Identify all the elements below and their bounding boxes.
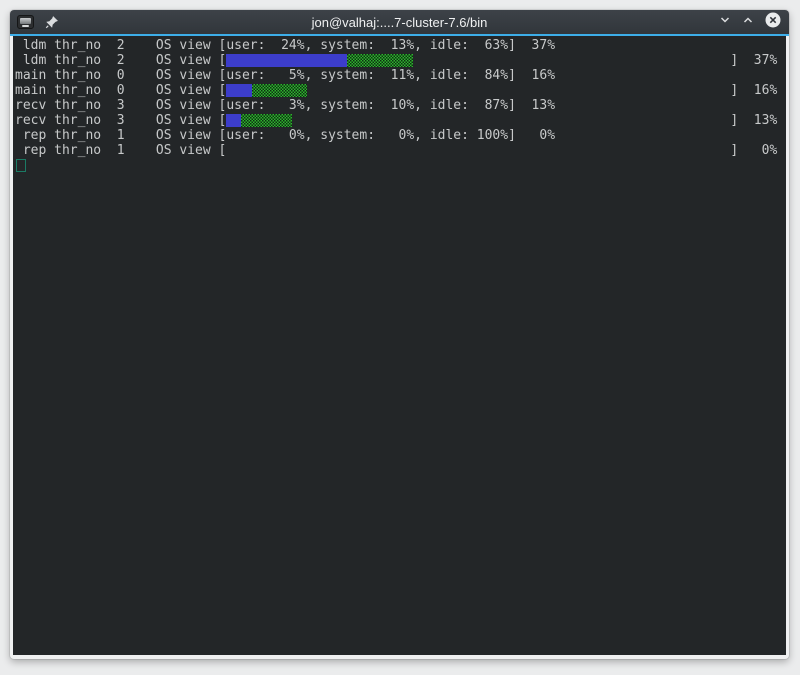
bar-row-prefix: main thr_no 0 OS view [	[15, 83, 226, 98]
bar-row-value: ] 16%	[730, 83, 777, 98]
terminal-cursor	[16, 159, 26, 172]
minimize-button[interactable]	[718, 13, 732, 32]
maximize-button[interactable]	[741, 13, 755, 32]
window-titlebar[interactable]: jon@valhaj:....7-cluster-7.6/bin	[10, 10, 789, 34]
cpu-bar-user-segment	[226, 84, 251, 97]
terminal-screen[interactable]: ldm thr_no 2 OS view [user: 24%, system:…	[13, 36, 786, 655]
cpu-bar-system-segment	[241, 114, 291, 127]
cpu-usage-bar	[226, 54, 730, 67]
terminal-output: ldm thr_no 2 OS view [user: 24%, system:…	[15, 38, 786, 158]
bar-row-value: ] 0%	[730, 143, 777, 158]
chevron-up-icon	[741, 13, 755, 32]
bar-row-value: ] 13%	[730, 113, 777, 128]
terminal-bar-row: ldm thr_no 2 OS view [ ] 37%	[15, 53, 786, 68]
titlebar-left-group	[17, 15, 59, 29]
bar-row-value: ] 37%	[730, 53, 777, 68]
terminal-bar-row: recv thr_no 3 OS view [ ] 13%	[15, 113, 786, 128]
terminal-cursor-row	[15, 158, 786, 173]
bar-row-prefix: rep thr_no 1 OS view [	[15, 143, 226, 158]
window-title: jon@valhaj:....7-cluster-7.6/bin	[10, 10, 789, 34]
terminal-text-row: main thr_no 0 OS view [user: 5%, system:…	[15, 68, 786, 83]
cpu-bar-system-segment	[347, 54, 413, 67]
cpu-usage-bar	[226, 84, 730, 97]
konsole-app-icon	[17, 15, 34, 29]
cpu-bar-system-segment	[252, 84, 307, 97]
cpu-usage-bar	[226, 144, 730, 157]
bar-row-prefix: recv thr_no 3 OS view [	[15, 113, 226, 128]
terminal-text-row: recv thr_no 3 OS view [user: 3%, system:…	[15, 98, 786, 113]
cpu-bar-user-segment	[226, 114, 241, 127]
pin-icon[interactable]	[45, 15, 59, 29]
terminal-window: jon@valhaj:....7-cluster-7.6/bin	[10, 10, 789, 659]
terminal-bar-row: rep thr_no 1 OS view [ ] 0%	[15, 143, 786, 158]
terminal-text-row: rep thr_no 1 OS view [user: 0%, system: …	[15, 128, 786, 143]
close-button[interactable]	[764, 11, 782, 34]
terminal-text-row: ldm thr_no 2 OS view [user: 24%, system:…	[15, 38, 786, 53]
cpu-usage-bar	[226, 114, 730, 127]
terminal-bar-row: main thr_no 0 OS view [ ] 16%	[15, 83, 786, 98]
window-frame: ldm thr_no 2 OS view [user: 24%, system:…	[10, 36, 789, 659]
cpu-bar-user-segment	[226, 54, 347, 67]
close-circle-icon	[764, 11, 782, 34]
bar-row-prefix: ldm thr_no 2 OS view [	[15, 53, 226, 68]
titlebar-right-group	[718, 11, 782, 34]
chevron-down-icon	[718, 13, 732, 32]
